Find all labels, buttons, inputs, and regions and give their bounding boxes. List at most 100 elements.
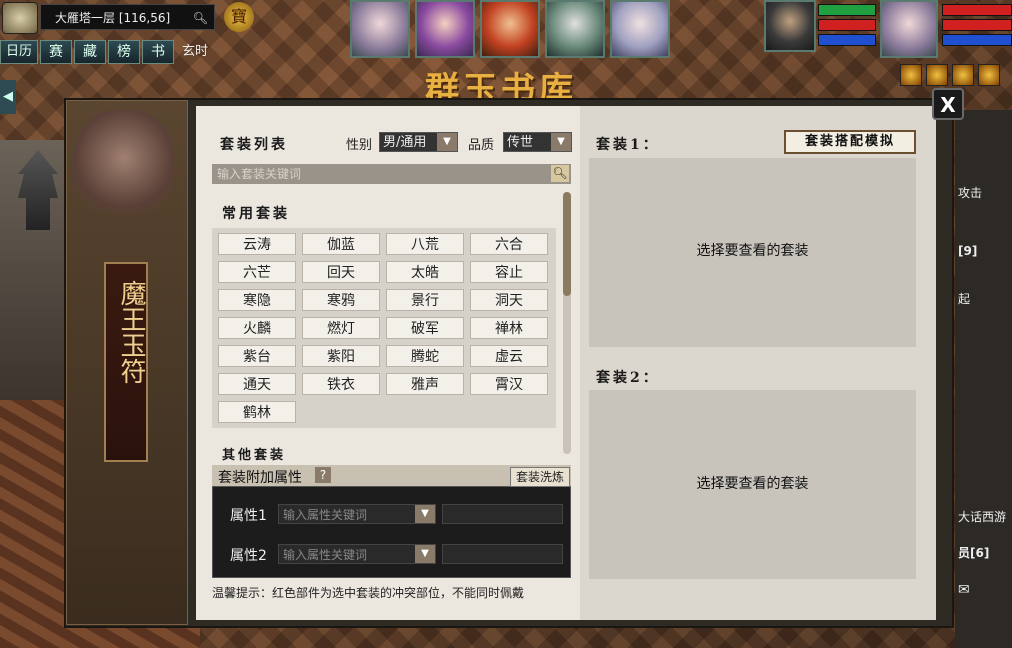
scrollbar-thumb[interactable] [563, 192, 571, 296]
suit-button[interactable]: 容止 [470, 261, 548, 283]
treasure-icon[interactable]: 寶 [224, 2, 254, 32]
suit-button[interactable]: 太皓 [386, 261, 464, 283]
collection-button[interactable]: 藏 [74, 40, 106, 64]
buff-icon[interactable] [952, 64, 974, 86]
attribute-panel-title: 套装附加属性 [218, 470, 302, 486]
suit-2-title: 套装2： [596, 370, 660, 386]
pet-status-bars [818, 4, 876, 49]
attribute-2-placeholder: 输入属性关键词 [283, 548, 368, 562]
suit-button[interactable]: 腾蛇 [386, 345, 464, 367]
suit-button[interactable]: 洞天 [470, 289, 548, 311]
demon-armor-image [74, 110, 174, 230]
minimap-icon[interactable] [2, 2, 38, 34]
suit-button[interactable]: 紫阳 [302, 345, 380, 367]
chevron-down-icon: ▼ [415, 545, 435, 563]
chat-line: 起 [958, 292, 971, 306]
expand-arrow-icon[interactable]: ◀ [0, 80, 16, 114]
buff-icon[interactable] [978, 64, 1000, 86]
team-member-portrait[interactable] [415, 0, 475, 58]
player-sp-bar [942, 34, 1012, 46]
suit-button[interactable]: 破军 [386, 317, 464, 339]
time-label: 玄时 [182, 44, 209, 59]
chevron-down-icon: ▼ [551, 133, 571, 151]
team-member-portrait[interactable] [350, 0, 410, 58]
suit-button[interactable]: 燃灯 [302, 317, 380, 339]
attribute-1-placeholder: 输入属性关键词 [283, 508, 368, 522]
suit-button[interactable]: 六芒 [218, 261, 296, 283]
suit-button[interactable]: 雅声 [386, 373, 464, 395]
suit-search-input[interactable]: 输入套装关键词 🔍︎ [212, 164, 571, 184]
mail-icon[interactable]: ✉ [958, 582, 970, 598]
suit-2-empty-text: 选择要查看的套装 [696, 476, 809, 492]
player-hp-bar [942, 4, 1012, 16]
common-suits-title: 常用套装 [222, 206, 290, 222]
chat-line: 攻击 [958, 186, 983, 200]
team-member-portrait[interactable] [610, 0, 670, 58]
buff-icons [900, 64, 1004, 86]
suit-button[interactable]: 八荒 [386, 233, 464, 255]
team-member-portrait[interactable] [545, 0, 605, 58]
suit-button[interactable]: 寒隐 [218, 289, 296, 311]
pet-portrait[interactable] [764, 0, 816, 52]
chat-line: 大话西游 [958, 510, 1007, 524]
suit-button[interactable]: 紫台 [218, 345, 296, 367]
team-portraits [350, 0, 675, 58]
location-coords: [116,56] [118, 11, 171, 25]
suit-button[interactable]: 云涛 [218, 233, 296, 255]
ranking-button[interactable]: 榜 [108, 40, 140, 64]
calendar-button[interactable]: 日历 [0, 40, 38, 64]
chat-line: [9] [958, 244, 978, 258]
suit-button[interactable]: 伽蓝 [302, 233, 380, 255]
gender-select[interactable]: 男/通用 ▼ [379, 132, 458, 152]
search-icon[interactable]: 🔍︎ [193, 5, 208, 31]
suit-button[interactable]: 铁衣 [302, 373, 380, 395]
book-button[interactable]: 书 [142, 40, 174, 64]
suit-button[interactable]: 寒鸦 [302, 289, 380, 311]
pet-mp-bar [818, 19, 876, 31]
suit-button[interactable]: 霄汉 [470, 373, 548, 395]
attribute-2-label: 属性2 [230, 548, 267, 564]
suit-button[interactable]: 通天 [218, 373, 296, 395]
suit-button[interactable]: 鹤林 [218, 401, 296, 423]
player-mp-bar [942, 19, 1012, 31]
suit-wash-button[interactable]: 套装洗炼 [510, 467, 570, 487]
attribute-2-select[interactable]: 输入属性关键词 ▼ [278, 544, 436, 564]
suit-button[interactable]: 回天 [302, 261, 380, 283]
team-member-portrait[interactable] [480, 0, 540, 58]
pet-hp-bar [818, 4, 876, 16]
quality-value: 传世 [507, 135, 534, 150]
buff-icon[interactable] [926, 64, 948, 86]
attribute-1-select[interactable]: 输入属性关键词 ▼ [278, 504, 436, 524]
buff-icon[interactable] [900, 64, 922, 86]
suit-button[interactable]: 六合 [470, 233, 548, 255]
common-suits-grid: 云涛 伽蓝 八荒 六合六芒 回天 太皓 容止寒隐 寒鸦 景行 洞天火麟 燃灯 破军 禅林紫台 紫阳 腾蛇 虚云… [218, 233, 548, 423]
scroll-title-text: 魔王玉符 [116, 280, 146, 384]
gender-label: 性别 [346, 138, 373, 153]
chat-line: 员[6] [958, 546, 990, 560]
location-bar: 大雁塔一层 [116,56] 🔍︎ 寶 [0, 0, 345, 34]
suit-1-empty-text: 选择要查看的套装 [696, 243, 809, 259]
suit-button[interactable]: 景行 [386, 289, 464, 311]
attribute-2-value-field[interactable] [442, 544, 563, 564]
suit-button[interactable]: 火麟 [218, 317, 296, 339]
suit-button[interactable]: 禅林 [470, 317, 548, 339]
player-status-bars [942, 4, 1012, 49]
location-display[interactable]: 大雁塔一层 [116,56] 🔍︎ [40, 4, 215, 30]
search-icon[interactable]: 🔍︎ [551, 165, 569, 182]
chevron-down-icon: ▼ [437, 133, 457, 151]
attribute-1-value-field[interactable] [442, 504, 563, 524]
quality-select[interactable]: 传世 ▼ [503, 132, 572, 152]
chevron-down-icon: ▼ [415, 505, 435, 523]
player-portrait[interactable] [880, 0, 938, 58]
gender-value: 男/通用 [383, 135, 427, 150]
pet-exp-bar [818, 34, 876, 46]
suit-list-title: 套装列表 [220, 137, 288, 153]
quality-label: 品质 [468, 138, 495, 153]
race-button[interactable]: 赛 [40, 40, 72, 64]
suit-simulate-button[interactable]: 套装搭配模拟 [784, 130, 916, 154]
hint-text: 温馨提示：红色部件为选中套装的冲突部位，不能同时佩戴 [212, 586, 525, 600]
close-button[interactable]: X [932, 88, 964, 120]
help-icon[interactable]: ? [315, 467, 331, 483]
suit-button[interactable]: 虚云 [470, 345, 548, 367]
location-name: 大雁塔一层 [55, 11, 116, 25]
